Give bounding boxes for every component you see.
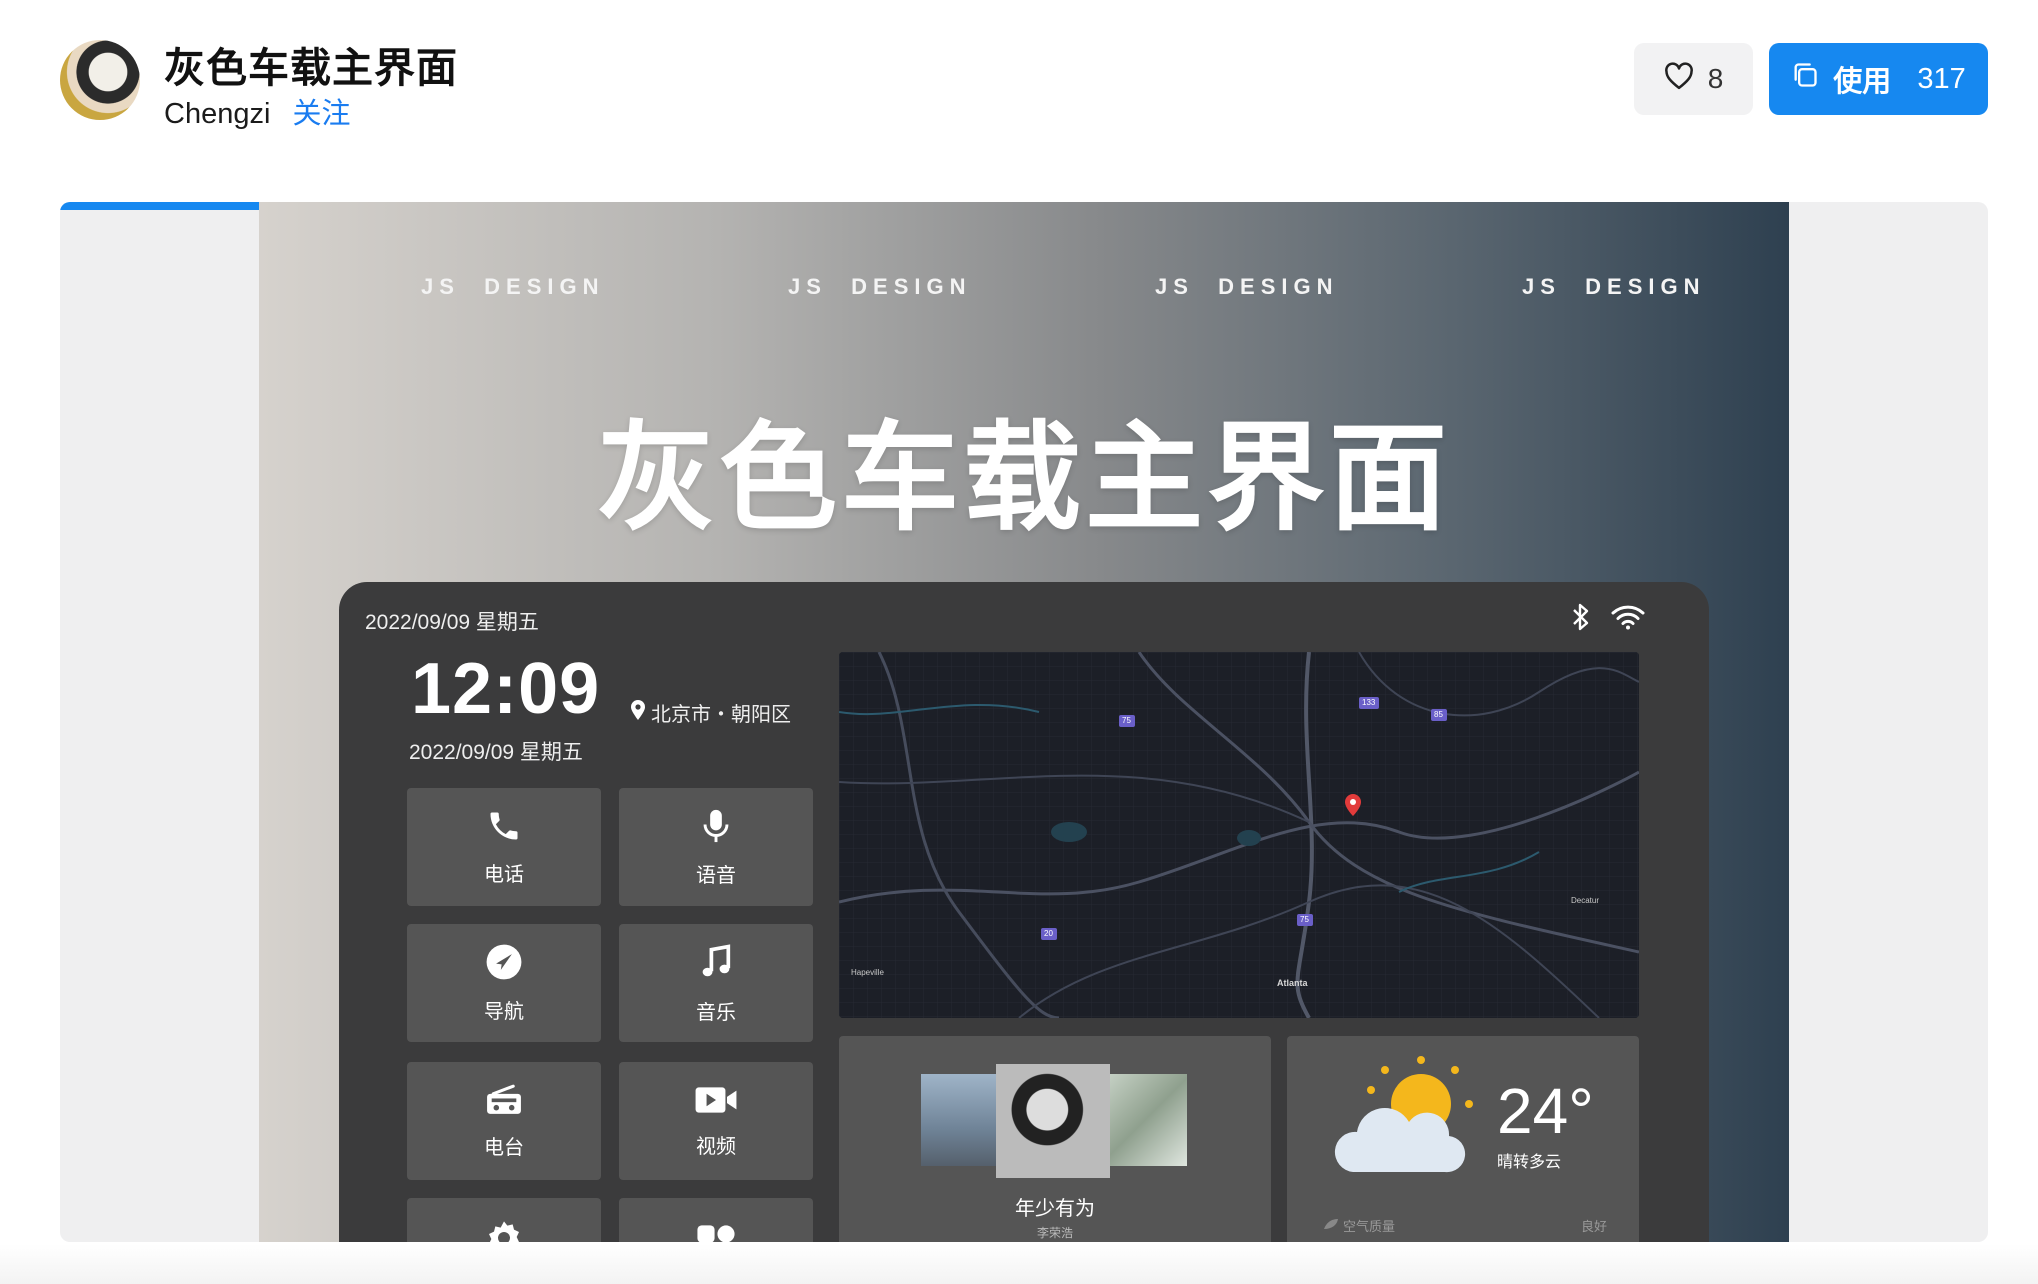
tile-label: 语音: [696, 864, 736, 887]
wifi-icon: [1611, 604, 1645, 635]
music-note-icon: [697, 942, 735, 988]
weather-condition: 晴转多云: [1497, 1154, 1562, 1171]
tile-label: 音乐: [696, 1001, 736, 1024]
tile-label: 导航: [484, 1000, 524, 1023]
album-art-right: [1103, 1074, 1187, 1166]
bluetooth-icon: [1571, 602, 1591, 637]
leaf-icon: [1323, 1218, 1339, 1233]
highway-shield: 20: [1044, 929, 1053, 938]
navigation-map[interactable]: Atlanta Decatur Hapeville 75 133 85 20 7…: [839, 652, 1639, 1018]
like-count: 8: [1707, 63, 1724, 94]
tile-apps[interactable]: [619, 1198, 813, 1242]
location: 北京市・朝阳区: [629, 698, 791, 727]
radio-icon: [484, 1083, 524, 1123]
highway-shield: 85: [1434, 710, 1443, 719]
map-label-east: Decatur: [1571, 896, 1600, 905]
brand-label: JS DESIGN: [788, 274, 972, 299]
album-art-current: [996, 1064, 1110, 1178]
heart-icon: [1664, 61, 1694, 97]
apps-icon: [696, 1222, 736, 1242]
tile-video[interactable]: 视频: [619, 1062, 813, 1180]
page-title: 灰色车载主界面: [164, 45, 458, 91]
air-quality-label: 空气质量: [1323, 1216, 1395, 1235]
song-artist: 李荣浩: [1036, 1226, 1073, 1240]
location-pin-icon: [629, 699, 647, 727]
brand-row: JS DESIGN JS DESIGN JS DESIGN JS DESIGN: [259, 274, 1789, 304]
author-avatar[interactable]: [60, 40, 140, 120]
highway-shield: 75: [1300, 915, 1309, 924]
author-name[interactable]: Chengzi: [164, 98, 270, 130]
tile-music[interactable]: 音乐: [619, 924, 813, 1042]
map-label-city: Atlanta: [1277, 978, 1308, 988]
car-screen: 2022/09/09 星期五 12:09 2022/09/09 星期五 北京市・…: [339, 582, 1709, 1242]
tile-radio[interactable]: 电台: [407, 1062, 601, 1180]
design-artboard: JS DESIGN JS DESIGN JS DESIGN JS DESIGN …: [259, 202, 1789, 1242]
use-label: 使用: [1833, 66, 1892, 98]
air-quality-text: 空气质量: [1343, 1219, 1396, 1234]
clock-time: 12:09: [411, 649, 601, 729]
page-bottom-strip: [0, 1244, 2038, 1284]
map-graphic: [839, 652, 1639, 1018]
weather-card[interactable]: 24° 晴转多云 空气质量 良好: [1287, 1036, 1639, 1242]
tile-navigation[interactable]: 导航: [407, 924, 601, 1042]
highway-shield: 133: [1362, 698, 1376, 707]
author-row: Chengzi 关注: [164, 90, 350, 132]
brand-label: JS DESIGN: [1522, 274, 1706, 299]
video-icon: [694, 1084, 738, 1122]
air-quality-value: 良好: [1580, 1219, 1607, 1234]
navigation-icon: [485, 943, 523, 987]
tile-label: 电台: [484, 1136, 524, 1159]
song-title: 年少有为: [1015, 1198, 1095, 1220]
microphone-icon: [698, 807, 734, 851]
follow-link[interactable]: 关注: [292, 98, 350, 130]
copy-icon: [1791, 61, 1819, 97]
tile-phone[interactable]: 电话: [407, 788, 601, 906]
weather-temperature: 24°: [1497, 1075, 1594, 1147]
preview-frame: JS DESIGN JS DESIGN JS DESIGN JS DESIGN …: [60, 202, 1988, 1242]
album-art-left: [921, 1074, 1003, 1166]
tile-label: 视频: [696, 1135, 736, 1158]
like-button[interactable]: 8: [1634, 43, 1753, 115]
location-text: 北京市・朝阳区: [651, 704, 791, 726]
settings-gear-icon: [484, 1218, 524, 1242]
highway-shield: 75: [1122, 716, 1131, 725]
status-icons: [1571, 602, 1645, 637]
use-count: 317: [1917, 62, 1966, 95]
use-button[interactable]: 使用 317: [1769, 43, 1988, 115]
music-card[interactable]: 年少有为 李荣浩: [839, 1036, 1271, 1242]
brand-label: JS DESIGN: [1155, 274, 1339, 299]
brand-label: JS DESIGN: [421, 274, 605, 299]
phone-icon: [486, 808, 522, 850]
partly-cloudy-icon: [1325, 1054, 1485, 1199]
clock-date: 2022/09/09 星期五: [409, 741, 583, 764]
tile-label: 电话: [484, 863, 524, 886]
status-date: 2022/09/09 星期五: [365, 611, 539, 634]
map-label-southwest: Hapeville: [851, 968, 884, 977]
hero-title: 灰色车载主界面: [596, 413, 1451, 545]
tile-voice[interactable]: 语音: [619, 788, 813, 906]
tile-settings[interactable]: [407, 1198, 601, 1242]
